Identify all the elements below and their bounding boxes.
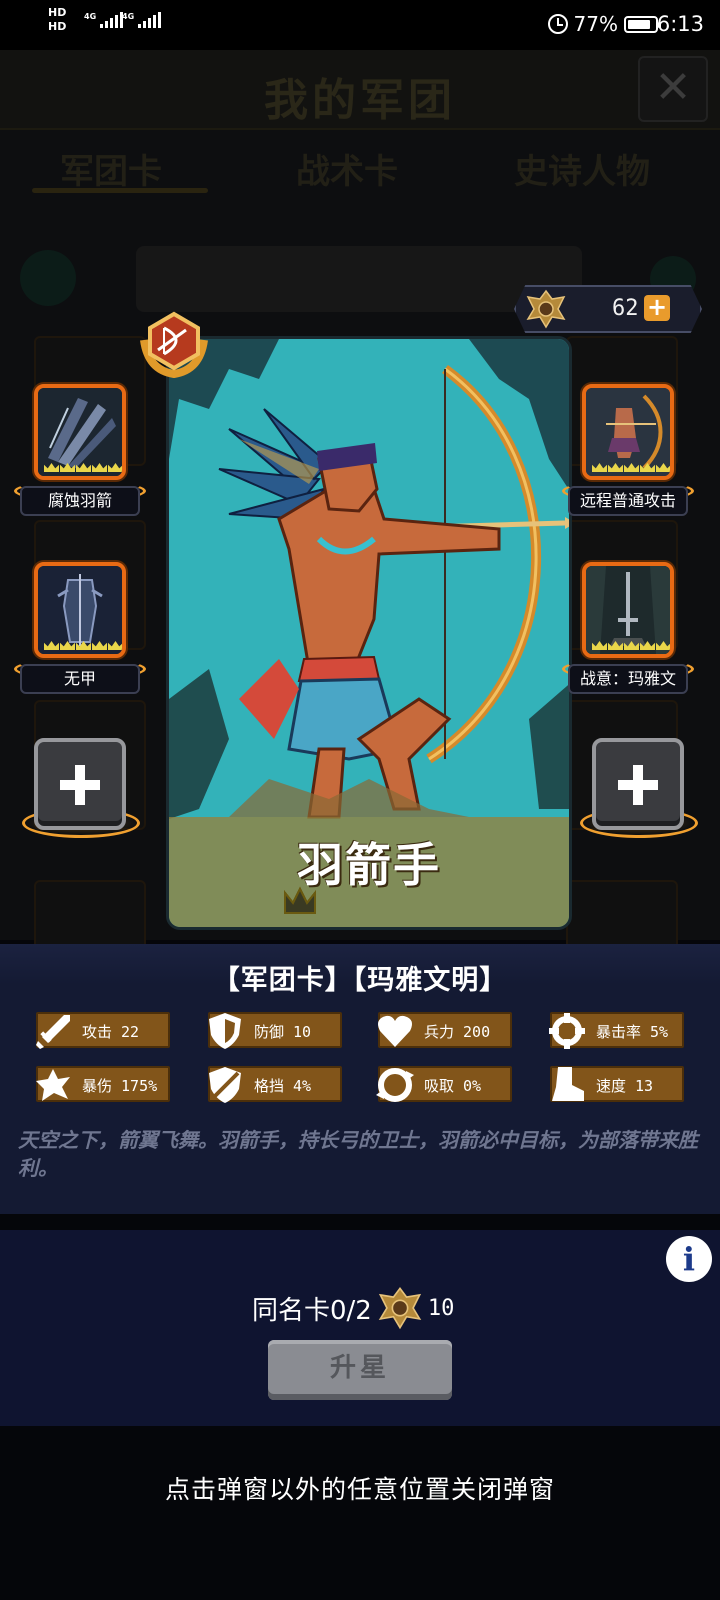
- skill-label: 无甲: [20, 664, 140, 694]
- signal-icon: 4G: [84, 12, 124, 28]
- stat-speed: 速度 13: [550, 1066, 684, 1102]
- duplicate-card-label: 同名卡0/2: [252, 1295, 372, 1326]
- upgrade-cost: 10: [427, 1295, 455, 1321]
- hd-indicator: HD HD: [48, 6, 67, 33]
- upgrade-star-button[interactable]: 升星: [268, 1340, 452, 1400]
- lifesteal-icon: [376, 1068, 414, 1102]
- add-skill-button[interactable]: [34, 738, 126, 830]
- background-tab-epic[interactable]: 史诗人物: [514, 144, 650, 193]
- archer-class-badge-icon: [140, 311, 208, 378]
- signal-icon: 4G: [122, 12, 162, 28]
- unit-card: 羽箭手: [166, 336, 572, 930]
- duplicate-card-count: 同名卡0/2 10: [252, 1284, 454, 1332]
- stat-crit-rate: 暴击率 5%: [549, 1012, 684, 1049]
- crown-star-empty-icon: [284, 886, 316, 914]
- battery-percent: 77%: [573, 12, 618, 36]
- status-bar: HD HD 4G 4G 77% 6:13: [0, 0, 720, 50]
- skill-icon-frame: [582, 562, 674, 658]
- currency-add-button[interactable]: +: [644, 295, 670, 321]
- currency-display: 62 +: [514, 285, 702, 333]
- background-header: 我的军团 ✕: [0, 50, 720, 130]
- background-title: 我的军团: [264, 75, 456, 126]
- stat-attack: 攻击 22: [36, 1012, 170, 1049]
- eagle-emblem-icon: [526, 289, 566, 329]
- burst-icon: [36, 1069, 70, 1101]
- sword-icon: [36, 1015, 70, 1049]
- stat-defense: 防御 10: [208, 1012, 342, 1049]
- card-description: 天空之下，箭翼飞舞。羽箭手，持长弓的卫士，羽箭必中目标，为部落带来胜利。: [18, 1128, 698, 1180]
- boot-icon: [552, 1067, 584, 1101]
- skill-label: 远程普通攻击: [568, 486, 688, 516]
- skill-icon-frame: [34, 384, 126, 480]
- stat-lifesteal: 吸取 0%: [376, 1066, 512, 1102]
- background-tab-tactic[interactable]: 战术卡: [296, 144, 398, 193]
- skill-label: 战意：玛雅文: [568, 664, 688, 694]
- add-skill-button[interactable]: [592, 738, 684, 830]
- currency-value: 62: [612, 296, 639, 321]
- card-name: 羽箭手: [297, 838, 441, 892]
- close-hint[interactable]: 点击弹窗以外的任意位置关闭弹窗: [0, 1470, 720, 1506]
- background-tab-legion[interactable]: 军团卡: [60, 144, 162, 193]
- shield-icon: [209, 1013, 241, 1049]
- skill-icon-frame: [34, 562, 126, 658]
- battery-icon: [624, 15, 661, 33]
- background-close-button[interactable]: ✕: [638, 56, 708, 122]
- skill-label: 腐蚀羽箭: [20, 486, 140, 516]
- parry-icon: [209, 1067, 241, 1103]
- alarm-icon: [547, 14, 568, 34]
- background-search-bar[interactable]: [136, 246, 582, 312]
- eagle-emblem-icon: [378, 1287, 422, 1330]
- crosshair-icon: [549, 1013, 585, 1049]
- stat-troops: 兵力 200: [378, 1012, 512, 1048]
- clock: 6:13: [656, 12, 704, 36]
- background-tab-underline: [32, 188, 208, 193]
- stat-crit-damage: 暴伤 175%: [36, 1066, 170, 1102]
- heart-icon: [378, 1015, 412, 1047]
- info-icon[interactable]: i: [666, 1236, 712, 1282]
- list-icon[interactable]: [20, 250, 76, 306]
- skill-icon-frame: [582, 384, 674, 480]
- card-tags: 【军团卡】【玛雅文明】: [212, 965, 508, 996]
- stat-block: 格挡 4%: [208, 1066, 342, 1103]
